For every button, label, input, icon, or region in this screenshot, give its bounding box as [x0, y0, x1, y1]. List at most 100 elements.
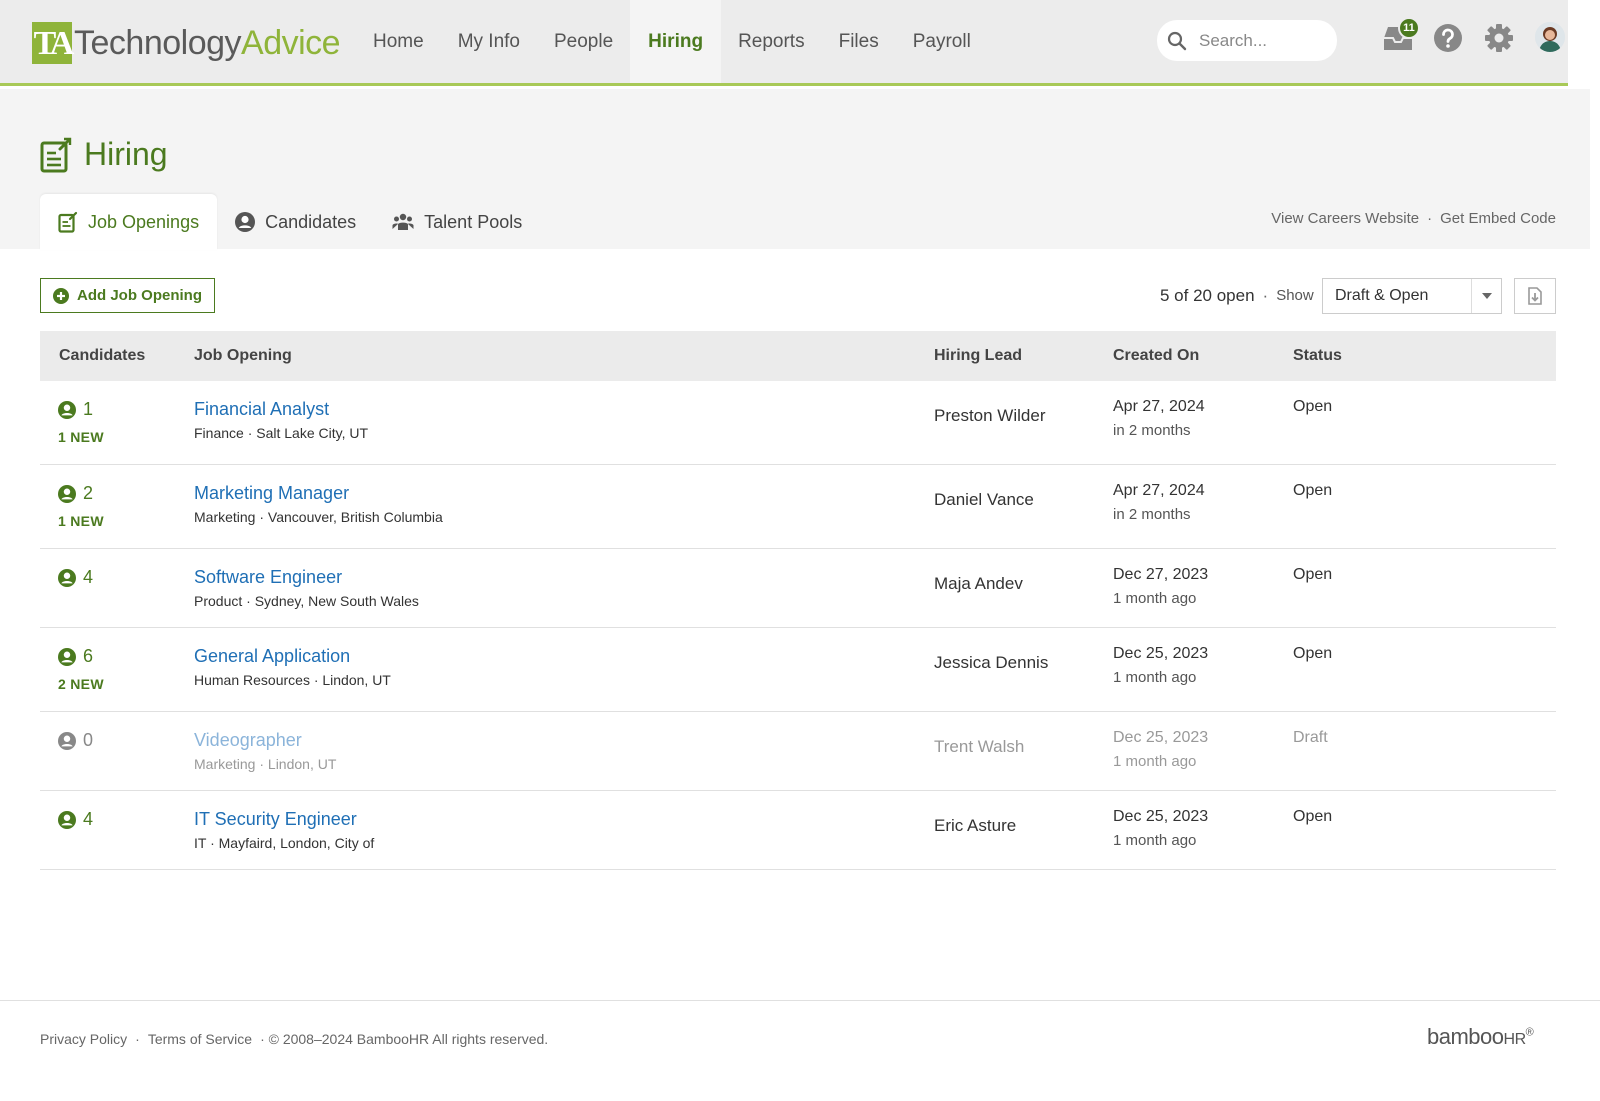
created-date: Apr 27, 2024 [1113, 482, 1205, 499]
created-relative: in 2 months [1113, 422, 1191, 439]
candidate-count[interactable]: 1 [58, 399, 93, 420]
avatar-image [1535, 22, 1565, 52]
new-candidates-tag[interactable]: 1 NEW [58, 429, 104, 445]
tab-job-openings[interactable]: Job Openings [40, 194, 218, 250]
help-icon [1434, 24, 1462, 52]
candidate-count[interactable]: 4 [58, 809, 93, 830]
status-text: Open [1293, 645, 1333, 662]
privacy-policy-link[interactable]: Privacy Policy [40, 1031, 127, 1047]
job-title-link[interactable]: Videographer [194, 730, 302, 751]
created-date: Dec 25, 2023 [1113, 729, 1209, 746]
created-date: Dec 25, 2023 [1113, 808, 1209, 825]
status-filter-select[interactable]: Draft & Open [1322, 278, 1502, 314]
job-title-link[interactable]: Software Engineer [194, 567, 342, 588]
job-title-link[interactable]: Marketing Manager [194, 483, 349, 504]
status-text: Open [1293, 398, 1333, 415]
col-job-opening[interactable]: Job Opening [194, 347, 292, 365]
page-title-text: Hiring [84, 136, 168, 172]
job-department-location: Human Resources · Lindon, UT [194, 672, 391, 688]
candidate-count[interactable]: 0 [58, 730, 93, 751]
table-row[interactable]: 4 Software Engineer Product · Sydney, Ne… [40, 549, 1556, 628]
nav-hiring[interactable]: Hiring [630, 0, 722, 83]
inbox-count-badge: 11 [1398, 17, 1420, 39]
job-title-link[interactable]: Financial Analyst [194, 399, 329, 420]
new-candidates-tag[interactable]: 1 NEW [58, 513, 104, 529]
search-icon [1167, 31, 1187, 50]
company-logo[interactable]: TA TechnologyAdvice [32, 16, 341, 64]
col-hiring-lead[interactable]: Hiring Lead [934, 347, 1022, 365]
created-date: Apr 27, 2024 [1113, 398, 1205, 415]
col-created-on[interactable]: Created On [1113, 347, 1199, 365]
footer-separator: · [135, 1031, 140, 1047]
created-relative: 1 month ago [1113, 669, 1197, 686]
table-row[interactable]: 2 1 NEW Marketing Manager Marketing · Va… [40, 465, 1556, 549]
bamboohr-logo: bambooHR® [1427, 1024, 1534, 1049]
candidate-count[interactable]: 6 [58, 646, 93, 667]
hiring-lead: Daniel Vance [934, 490, 1034, 509]
job-department-location: Finance · Salt Lake City, UT [194, 425, 369, 441]
nav-files[interactable]: Files [822, 0, 896, 83]
table-row[interactable]: 1 1 NEW Financial Analyst Finance · Salt… [40, 381, 1556, 465]
job-title-link[interactable]: General Application [194, 646, 350, 667]
caret-down-icon [1471, 279, 1501, 313]
status-text: Open [1293, 566, 1333, 583]
status-filter-value: Draft & Open [1335, 287, 1429, 304]
new-candidates-tag[interactable]: 2 NEW [58, 676, 104, 692]
settings-button[interactable] [1482, 21, 1516, 55]
view-careers-link[interactable]: View Careers Website [1271, 210, 1419, 227]
nav-my-info[interactable]: My Info [441, 0, 537, 83]
status-text: Open [1293, 482, 1333, 499]
nav-payroll[interactable]: Payroll [896, 0, 988, 83]
job-title-link[interactable]: IT Security Engineer [194, 809, 357, 830]
count-separator: · [1262, 285, 1269, 305]
add-job-opening-button[interactable]: Add Job Opening [40, 278, 215, 313]
col-candidates[interactable]: Candidates [59, 347, 145, 365]
created-date: Dec 27, 2023 [1113, 566, 1209, 583]
tab-label: Job Openings [88, 211, 200, 232]
get-embed-code-link[interactable]: Get Embed Code [1440, 210, 1556, 227]
copyright-text: · © 2008–2024 BambooHR All rights reserv… [260, 1031, 549, 1047]
person-circle-icon [58, 484, 76, 503]
logo-mark: TA [32, 22, 74, 64]
inbox-button[interactable]: 11 [1381, 17, 1420, 55]
add-job-opening-label: Add Job Opening [77, 287, 202, 304]
help-button[interactable] [1431, 21, 1465, 55]
candidate-count[interactable]: 4 [58, 567, 93, 588]
table-row[interactable]: 6 2 NEW General Application Human Resour… [40, 628, 1556, 712]
tab-candidates[interactable]: Candidates [217, 194, 374, 250]
created-relative: 1 month ago [1113, 832, 1197, 849]
footer-divider [0, 1000, 1600, 1001]
candidate-count[interactable]: 2 [58, 483, 93, 504]
hiring-tabs: Job Openings Candidates Talent Pools [40, 194, 540, 250]
hiring-lead: Eric Asture [934, 816, 1017, 835]
terms-of-service-link[interactable]: Terms of Service [148, 1031, 252, 1047]
person-circle-icon [58, 731, 76, 750]
table-row[interactable]: 0 Videographer Marketing · Lindon, UT Tr… [40, 712, 1556, 791]
nav-people[interactable]: People [537, 0, 630, 83]
search-input[interactable] [1199, 30, 1319, 51]
link-separator: · [1427, 210, 1433, 227]
job-department-location: IT · Mayfaird, London, City of [194, 835, 375, 851]
job-department-location: Marketing · Lindon, UT [194, 756, 337, 772]
created-relative: 1 month ago [1113, 590, 1197, 607]
export-button[interactable] [1514, 278, 1556, 314]
tab-talent-pools[interactable]: Talent Pools [374, 194, 540, 250]
group-icon [392, 213, 414, 230]
top-navigation-bar: TA TechnologyAdvice Home My Info People … [0, 0, 1568, 86]
person-circle-icon [58, 810, 76, 829]
job-department-location: Product · Sydney, New South Wales [194, 593, 419, 609]
nav-reports[interactable]: Reports [721, 0, 822, 83]
open-count-text: 5 of 20 open [1160, 285, 1255, 305]
user-avatar[interactable] [1535, 22, 1565, 52]
table-row[interactable]: 4 IT Security Engineer IT · Mayfaird, Lo… [40, 791, 1556, 870]
table-header: Candidates Job Opening Hiring Lead Creat… [40, 331, 1556, 381]
nav-home[interactable]: Home [356, 0, 441, 83]
global-search[interactable] [1157, 20, 1337, 61]
status-text: Draft [1293, 729, 1328, 746]
person-circle-icon [58, 400, 76, 419]
plus-circle-icon [53, 287, 69, 304]
col-status[interactable]: Status [1293, 347, 1342, 365]
tab-label: Candidates [265, 211, 357, 232]
person-circle-icon [235, 212, 256, 232]
main-nav: Home My Info People Hiring Reports Files… [356, 0, 988, 83]
